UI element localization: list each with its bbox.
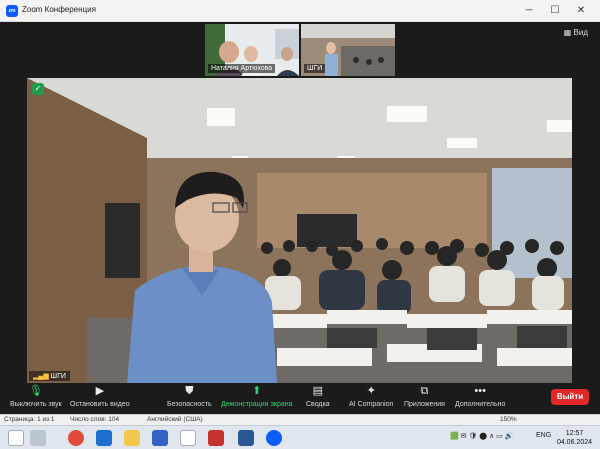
signal-icon: ▂▄▆ <box>33 373 51 380</box>
language-indicator[interactable]: Английский (США) <box>147 416 203 423</box>
clock-time: 12:57 <box>565 430 584 437</box>
word-icon[interactable] <box>238 430 254 446</box>
maximize-button[interactable]: ☐ <box>544 3 566 19</box>
apps-icon: ⧉ <box>420 385 429 397</box>
share-label: Демонстрация экрана <box>221 401 293 408</box>
search-icon[interactable] <box>30 430 46 446</box>
clock-date: 04.06.2024 <box>556 439 592 446</box>
security-label: Безопасность <box>167 401 212 408</box>
start-icon[interactable] <box>8 430 24 446</box>
mute-label: Выключить звук <box>10 401 62 408</box>
security-button[interactable]: ⛊ Безопасность <box>167 385 212 408</box>
grid-icon: ▦ <box>563 28 574 37</box>
title-bar: zm Zoom Конференция ─ ☐ ✕ <box>0 0 600 22</box>
system-clock[interactable]: 12:57 04.06.2024 <box>557 429 592 447</box>
main-video: ✓ ▂▄▆ ШГИ <box>27 78 572 383</box>
edge-icon[interactable] <box>96 430 112 446</box>
stop-video-button[interactable]: ▶ Остановить видео <box>70 385 130 408</box>
meeting-toolbar: 🎙 Выключить звук ▶ Остановить видео ⛊ Бе… <box>0 383 600 414</box>
microphone-icon: 🎙 <box>28 385 43 397</box>
zoom-window: zm Zoom Конференция ─ ☐ ✕ Наталия Артюхо… <box>0 0 600 414</box>
camera-icon: ▶ <box>95 385 105 397</box>
view-button[interactable]: ▦ Вид <box>564 28 588 37</box>
classroom-video <box>27 78 572 383</box>
apps-button[interactable]: ⧉ Приложения <box>404 385 445 408</box>
minimize-button[interactable]: ─ <box>518 3 540 19</box>
main-video-label: ▂▄▆ ШГИ <box>29 371 70 381</box>
ellipsis-icon: ••• <box>474 385 486 397</box>
shield-check-icon: ✓ <box>32 83 44 95</box>
document-icon: ▤ <box>312 385 324 397</box>
main-video-name: ШГИ <box>50 373 66 380</box>
leave-button[interactable]: Выйти <box>551 389 589 405</box>
participant-name: Наталия Артюхова <box>208 64 276 73</box>
tray-icons[interactable]: 🟩 ✉ 🛡 ⬤ ∧ ▭ 🔊 <box>450 432 513 440</box>
summary-button[interactable]: ▤ Сводка <box>306 385 330 408</box>
participant-name: ШГИ <box>304 64 326 73</box>
share-screen-button[interactable]: ⬆ Демонстрация экрана <box>221 385 293 408</box>
word-count[interactable]: Число слов: 104 <box>70 416 119 423</box>
share-screen-icon: ⬆ <box>252 385 262 397</box>
language-indicator[interactable]: ENG <box>536 432 551 439</box>
app-icon[interactable] <box>180 430 196 446</box>
participant-thumbnail[interactable]: Наталия Артюхова <box>205 24 299 76</box>
zoom-taskbar-icon[interactable] <box>266 430 282 446</box>
chrome-icon[interactable] <box>68 430 84 446</box>
windows-taskbar: 🟩 ✉ 🛡 ⬤ ∧ ▭ 🔊 ENG 12:57 04.06.2024 <box>0 425 600 449</box>
window-title: Zoom Конференция <box>22 5 96 14</box>
sparkle-icon: ✦ <box>366 385 376 397</box>
more-button[interactable]: ••• Дополнительно <box>455 385 505 408</box>
apps-label: Приложения <box>404 401 445 408</box>
more-label: Дополнительно <box>455 401 506 408</box>
ai-companion-button[interactable]: ✦ AI Companion <box>349 385 393 408</box>
shield-icon: ⛊ <box>185 385 194 397</box>
file-explorer-icon[interactable] <box>124 430 140 446</box>
companion-label: AI Companion <box>349 401 394 408</box>
yandex-icon[interactable] <box>208 430 224 446</box>
telegram-icon[interactable] <box>152 430 168 446</box>
zoom-logo-icon: zm <box>6 5 18 17</box>
participant-thumbnail[interactable]: ШГИ <box>301 24 395 76</box>
page-count[interactable]: Страница: 1 из 1 <box>4 416 55 423</box>
view-label: Вид <box>573 28 588 37</box>
mute-button[interactable]: 🎙 Выключить звук <box>10 385 62 408</box>
zoom-level[interactable]: 150% <box>500 416 517 423</box>
summary-label: Сводка <box>306 401 330 408</box>
video-label: Остановить видео <box>70 401 130 408</box>
document-status-bar: Страница: 1 из 1 Число слов: 104 Английс… <box>0 414 600 425</box>
close-button[interactable]: ✕ <box>570 3 592 19</box>
